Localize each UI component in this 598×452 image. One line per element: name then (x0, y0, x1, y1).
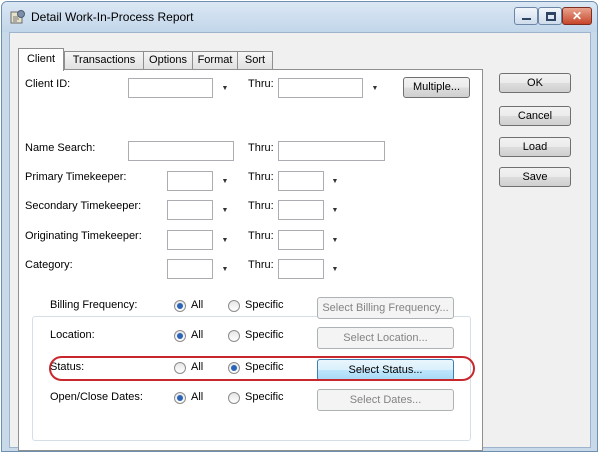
tab-options[interactable]: Options (143, 51, 193, 69)
close-button[interactable]: ✕ (562, 7, 592, 25)
category-from-dropdown[interactable]: ▼ (218, 259, 232, 279)
minimize-button[interactable] (514, 7, 538, 25)
client-id-label: Client ID: (25, 78, 71, 90)
tab-format[interactable]: Format (192, 51, 238, 69)
category-thru-input[interactable] (278, 259, 324, 279)
category-from-input[interactable] (167, 259, 213, 279)
status-row-highlight (49, 356, 475, 381)
billing-frequency-select-button[interactable]: Select Billing Frequency... (317, 297, 454, 319)
open-close-dates-all-label: All (191, 391, 204, 403)
report-app-icon (10, 10, 25, 24)
secondary-timekeeper-from-input[interactable] (167, 200, 213, 220)
location-all-label: All (191, 329, 204, 341)
secondary-timekeeper-from-dropdown[interactable]: ▼ (218, 200, 232, 220)
tab-client[interactable]: Client (18, 48, 64, 71)
location-all-radio[interactable] (174, 330, 186, 342)
minimize-icon (522, 18, 531, 20)
primary-timekeeper-label: Primary Timekeeper: (25, 171, 127, 183)
name-search-thru-input[interactable] (278, 141, 385, 161)
name-search-label: Name Search: (25, 142, 96, 154)
open-close-dates-specific-label: Specific (245, 391, 284, 403)
name-search-from-input[interactable] (128, 141, 234, 161)
location-select-button[interactable]: Select Location... (317, 327, 454, 349)
billing-frequency-label: Billing Frequency: (50, 299, 138, 311)
location-specific-radio[interactable] (228, 330, 240, 342)
client-id-thru-input[interactable] (278, 78, 363, 98)
tab-transactions[interactable]: Transactions (64, 51, 144, 69)
primary-timekeeper-thru-dropdown[interactable]: ▼ (328, 171, 342, 191)
primary-timekeeper-thru-input[interactable] (278, 171, 324, 191)
save-button[interactable]: Save (499, 167, 571, 187)
billing-frequency-specific-label: Specific (245, 299, 284, 311)
secondary-timekeeper-label: Secondary Timekeeper: (25, 200, 142, 212)
close-icon: ✕ (571, 9, 583, 23)
primary-timekeeper-from-dropdown[interactable]: ▼ (218, 171, 232, 191)
billing-frequency-all-radio[interactable] (174, 300, 186, 312)
ok-button[interactable]: OK (499, 73, 571, 93)
dialog-body: Client Transactions Options Format Sort … (9, 32, 591, 451)
category-label: Category: (25, 259, 73, 271)
title-bar[interactable]: Detail Work-In-Process Report ✕ (2, 2, 597, 32)
primary-timekeeper-from-input[interactable] (167, 171, 213, 191)
secondary-timekeeper-thru-input[interactable] (278, 200, 324, 220)
cancel-button[interactable]: Cancel (499, 106, 571, 126)
secondary-timekeeper-thru-label: Thru: (248, 200, 274, 212)
location-specific-label: Specific (245, 329, 284, 341)
open-close-dates-select-button[interactable]: Select Dates... (317, 389, 454, 411)
report-window: Detail Work-In-Process Report ✕ Client T… (1, 1, 598, 452)
radio-selected-dot (177, 333, 183, 339)
radio-selected-dot (177, 303, 183, 309)
client-id-from-input[interactable] (128, 78, 213, 98)
client-id-from-dropdown[interactable]: ▼ (218, 78, 232, 98)
client-id-thru-label: Thru: (248, 78, 274, 90)
originating-timekeeper-from-input[interactable] (167, 230, 213, 250)
originating-timekeeper-thru-label: Thru: (248, 230, 274, 242)
open-close-dates-label: Open/Close Dates: (50, 391, 143, 403)
open-close-dates-all-radio[interactable] (174, 392, 186, 404)
originating-timekeeper-thru-input[interactable] (278, 230, 324, 250)
secondary-timekeeper-thru-dropdown[interactable]: ▼ (328, 200, 342, 220)
open-close-dates-specific-radio[interactable] (228, 392, 240, 404)
billing-frequency-specific-radio[interactable] (228, 300, 240, 312)
load-button[interactable]: Load (499, 137, 571, 157)
window-title: Detail Work-In-Process Report (31, 10, 194, 24)
radio-selected-dot (177, 395, 183, 401)
category-thru-label: Thru: (248, 259, 274, 271)
maximize-button[interactable] (538, 7, 562, 25)
name-search-thru-label: Thru: (248, 142, 274, 154)
primary-timekeeper-thru-label: Thru: (248, 171, 274, 183)
maximize-icon (546, 12, 556, 21)
billing-frequency-all-label: All (191, 299, 204, 311)
multiple-button[interactable]: Multiple... (403, 77, 470, 98)
client-id-thru-dropdown[interactable]: ▼ (368, 78, 382, 98)
originating-timekeeper-from-dropdown[interactable]: ▼ (218, 230, 232, 250)
category-thru-dropdown[interactable]: ▼ (328, 259, 342, 279)
originating-timekeeper-label: Originating Timekeeper: (25, 230, 142, 242)
location-label: Location: (50, 329, 95, 341)
tab-sort[interactable]: Sort (237, 51, 273, 69)
originating-timekeeper-thru-dropdown[interactable]: ▼ (328, 230, 342, 250)
